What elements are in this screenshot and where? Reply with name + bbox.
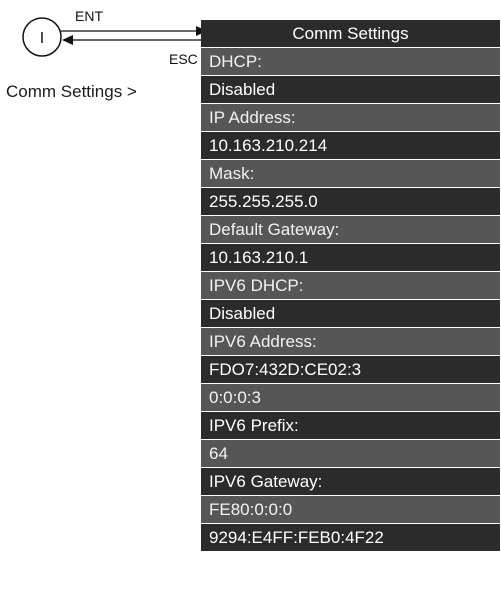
settings-value-row[interactable]: 10.163.210.1	[201, 244, 500, 272]
menu-path-label: Comm Settings >	[6, 82, 137, 101]
settings-label-row[interactable]: IP Address:	[201, 104, 500, 132]
settings-value-row[interactable]: IPV6 Prefix:	[201, 412, 500, 440]
settings-label-row[interactable]: IPV6 DHCP:	[201, 272, 500, 300]
settings-label-row[interactable]: 0:0:0:3	[201, 384, 500, 412]
comm-settings-panel: Comm Settings DHCP: Disabled IP Address: 10…	[201, 20, 500, 609]
indicator-symbol: I	[40, 30, 44, 47]
settings-value-row[interactable]: IPV6 Gateway:	[201, 468, 500, 496]
settings-label-row[interactable]: Default Gateway:	[201, 216, 500, 244]
settings-value-row[interactable]: 10.163.210.214	[201, 132, 500, 160]
settings-label-row[interactable]: IPV6 Address:	[201, 328, 500, 356]
settings-value-row[interactable]: 255.255.255.0	[201, 188, 500, 216]
settings-value-row[interactable]: FDO7:432D:CE02:3	[201, 356, 500, 384]
settings-label-row[interactable]: Mask:	[201, 160, 500, 188]
settings-label-row[interactable]: DHCP:	[201, 48, 500, 76]
settings-value-row[interactable]: 9294:E4FF:FEB0:4F22	[201, 524, 500, 552]
settings-label-row[interactable]: FE80:0:0:0	[201, 496, 500, 524]
escape-key-label: ESC	[169, 51, 198, 67]
settings-value-row[interactable]: Disabled	[201, 300, 500, 328]
escape-arrow-head-icon	[62, 35, 73, 45]
settings-value-row[interactable]: Disabled	[201, 76, 500, 104]
panel-title: Comm Settings	[201, 20, 500, 48]
settings-list: DHCP: Disabled IP Address: 10.163.210.214 Ma…	[201, 48, 500, 552]
settings-label-row[interactable]: 64	[201, 440, 500, 468]
enter-key-label: ENT	[75, 8, 103, 24]
